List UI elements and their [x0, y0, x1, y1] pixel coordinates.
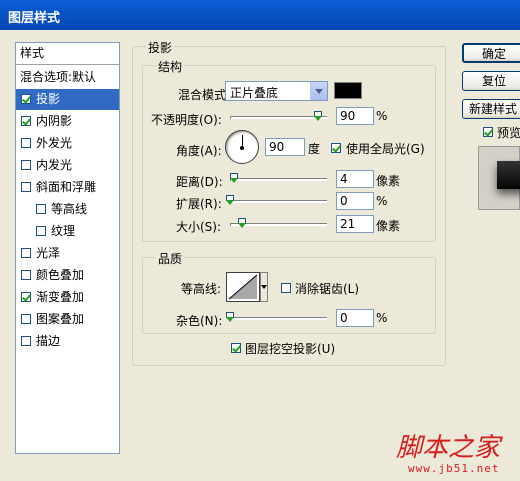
size-unit: 像素: [376, 219, 401, 233]
nav-item-pattern-overlay[interactable]: 图案叠加: [16, 309, 119, 330]
noise-slider-thumb[interactable]: [226, 312, 234, 322]
spread-slider-track[interactable]: [230, 200, 327, 203]
size-label: 大小(S):: [176, 220, 222, 234]
spread-input[interactable]: 0: [336, 192, 374, 210]
blend-options-item[interactable]: 混合选项:默认: [16, 67, 119, 88]
angle-input[interactable]: 90: [265, 138, 305, 156]
contour-dropdown[interactable]: [260, 272, 268, 302]
contour-curve-icon: [228, 274, 258, 300]
blend-mode-value: 正片叠底: [230, 86, 279, 100]
distance-slider-thumb[interactable]: [230, 173, 238, 183]
distance-label: 距离(D):: [176, 175, 223, 189]
preview-checkbox[interactable]: [483, 127, 493, 137]
svg-text:www.jb51.net: www.jb51.net: [408, 462, 499, 475]
nav-item-gradient-overlay[interactable]: 渐变叠加: [16, 287, 119, 308]
bevel-emboss-checkbox[interactable]: [21, 182, 31, 192]
angle-label: 角度(A):: [176, 144, 222, 158]
noise-slider-track[interactable]: [230, 317, 327, 320]
nav-item-bevel-emboss[interactable]: 斜面和浮雕: [16, 177, 119, 198]
nav-item-texture[interactable]: 纹理: [16, 221, 119, 242]
contour-label: 等高线:: [181, 282, 222, 296]
contour-picker[interactable]: [226, 272, 260, 302]
inner-shadow-checkbox[interactable]: [21, 116, 31, 126]
style-list-header[interactable]: 样式: [16, 43, 119, 65]
spread-unit: %: [376, 194, 388, 208]
svg-text:脚本之家: 脚本之家: [396, 433, 503, 463]
anti-alias-checkbox[interactable]: [281, 283, 291, 293]
section-title: 投影: [146, 39, 175, 56]
watermark-logo-icon: 脚本之家 www.jb51.net: [396, 433, 503, 475]
shadow-color-swatch[interactable]: [334, 82, 362, 99]
noise-input[interactable]: 0: [336, 309, 374, 327]
size-slider-thumb[interactable]: [238, 218, 246, 228]
title-bar[interactable]: 图层样式: [0, 0, 520, 30]
watermark-logo: 脚本之家 www.jb51.net: [394, 426, 518, 476]
inner-glow-checkbox[interactable]: [21, 160, 31, 170]
chevron-down-icon: [261, 285, 267, 289]
style-list: 样式 混合选项:默认 投影 内阴影 外发光 内发光 斜面和浮雕 等高线 纹理 光…: [15, 42, 120, 454]
pattern-overlay-checkbox[interactable]: [21, 314, 31, 324]
nav-item-inner-glow[interactable]: 内发光: [16, 155, 119, 176]
opacity-slider-track[interactable]: [230, 116, 327, 119]
gradient-overlay-checkbox[interactable]: [21, 292, 31, 302]
blend-mode-select[interactable]: 正片叠底: [225, 81, 328, 101]
distance-input[interactable]: 4: [336, 170, 374, 188]
opacity-slider-thumb[interactable]: [314, 111, 322, 121]
structure-title: 结构: [156, 58, 185, 75]
opacity-input[interactable]: 90: [336, 107, 374, 125]
quality-title: 品质: [156, 250, 185, 267]
nav-item-inner-shadow[interactable]: 内阴影: [16, 111, 119, 132]
angle-unit: 度: [308, 142, 321, 156]
opacity-unit: %: [376, 109, 388, 123]
preview-thumbnail: [478, 146, 520, 210]
chevron-down-icon: [310, 82, 327, 100]
ok-button[interactable]: 确定: [462, 43, 520, 63]
angle-dial-pivot: [240, 146, 244, 150]
global-light-checkbox[interactable]: [331, 143, 341, 153]
color-overlay-checkbox[interactable]: [21, 270, 31, 280]
angle-dial[interactable]: [225, 130, 259, 164]
contour-checkbox[interactable]: [36, 204, 46, 214]
nav-item-contour[interactable]: 等高线: [16, 199, 119, 220]
stroke-checkbox[interactable]: [21, 336, 31, 346]
size-input[interactable]: 21: [336, 215, 374, 233]
new-style-button[interactable]: 新建样式: [462, 99, 520, 119]
reset-button[interactable]: 复位: [462, 71, 520, 91]
preview-label: 预览: [497, 126, 520, 140]
distance-slider-track[interactable]: [230, 178, 327, 181]
noise-label: 杂色(N):: [176, 314, 223, 328]
distance-unit: 像素: [376, 174, 401, 188]
nav-item-outer-glow[interactable]: 外发光: [16, 133, 119, 154]
knockout-label: 图层挖空投影(U): [245, 342, 336, 356]
global-light-label: 使用全局光(G): [346, 142, 425, 156]
anti-alias-label: 消除锯齿(L): [295, 282, 360, 296]
outer-glow-checkbox[interactable]: [21, 138, 31, 148]
spread-slider-thumb[interactable]: [226, 195, 234, 205]
drop-shadow-checkbox[interactable]: [21, 94, 31, 104]
nav-item-satin[interactable]: 光泽: [16, 243, 119, 264]
preview-swatch: [497, 161, 520, 189]
opacity-label: 不透明度(O):: [151, 113, 222, 127]
blend-mode-label: 混合模式:: [178, 88, 231, 102]
texture-checkbox[interactable]: [36, 226, 46, 236]
noise-unit: %: [376, 311, 388, 325]
nav-item-drop-shadow[interactable]: 投影: [16, 89, 119, 110]
nav-item-stroke[interactable]: 描边: [16, 331, 119, 352]
knockout-checkbox[interactable]: [231, 343, 241, 353]
spread-label: 扩展(R):: [176, 197, 222, 211]
nav-item-color-overlay[interactable]: 颜色叠加: [16, 265, 119, 286]
window-title: 图层样式: [8, 11, 61, 26]
satin-checkbox[interactable]: [21, 248, 31, 258]
